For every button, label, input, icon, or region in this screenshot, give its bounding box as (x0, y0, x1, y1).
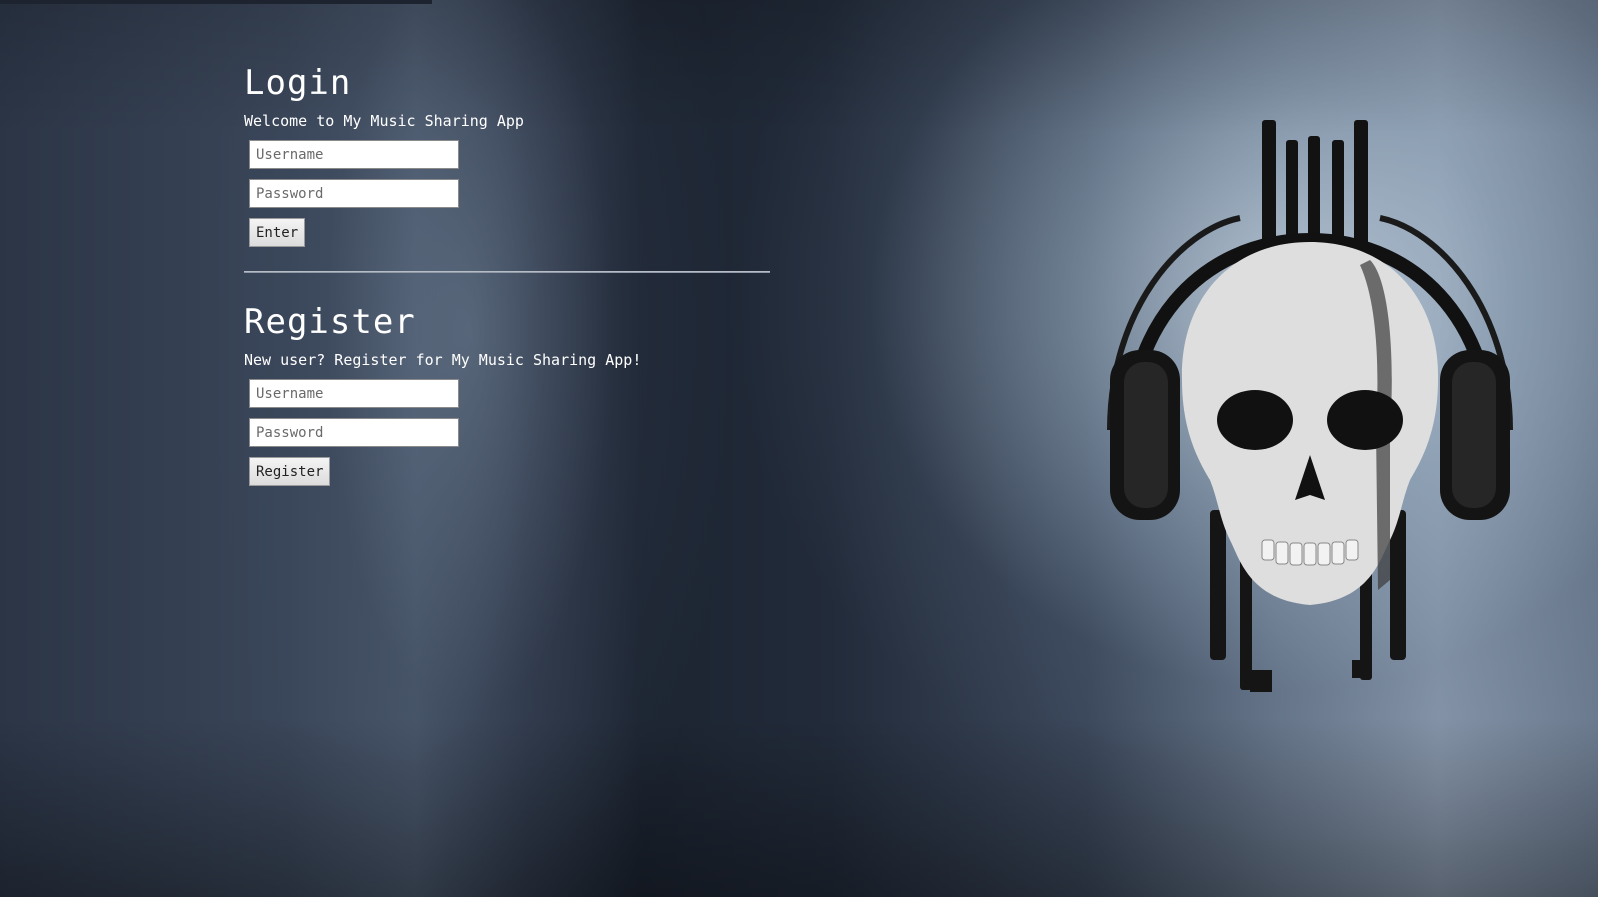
enter-button[interactable]: Enter (249, 218, 306, 247)
section-divider (244, 271, 770, 273)
register-title: Register (244, 302, 416, 342)
login-section: Login Welcome to My Music Sharing App En… (244, 62, 770, 247)
login-title: Login (244, 63, 352, 103)
login-subtitle: Welcome to My Music Sharing App (244, 112, 524, 130)
auth-panel: Login Welcome to My Music Sharing App En… (244, 62, 770, 486)
register-subtitle: New user? Register for My Music Sharing … (244, 351, 642, 369)
register-password-input[interactable] (249, 418, 459, 447)
register-button[interactable]: Register (249, 457, 331, 486)
register-section: Register New user? Register for My Music… (244, 301, 770, 486)
top-strip (0, 0, 432, 4)
login-username-input[interactable] (249, 140, 459, 169)
login-password-input[interactable] (249, 179, 459, 208)
register-username-input[interactable] (249, 379, 459, 408)
skull-with-headphones-icon (1107, 120, 1513, 692)
